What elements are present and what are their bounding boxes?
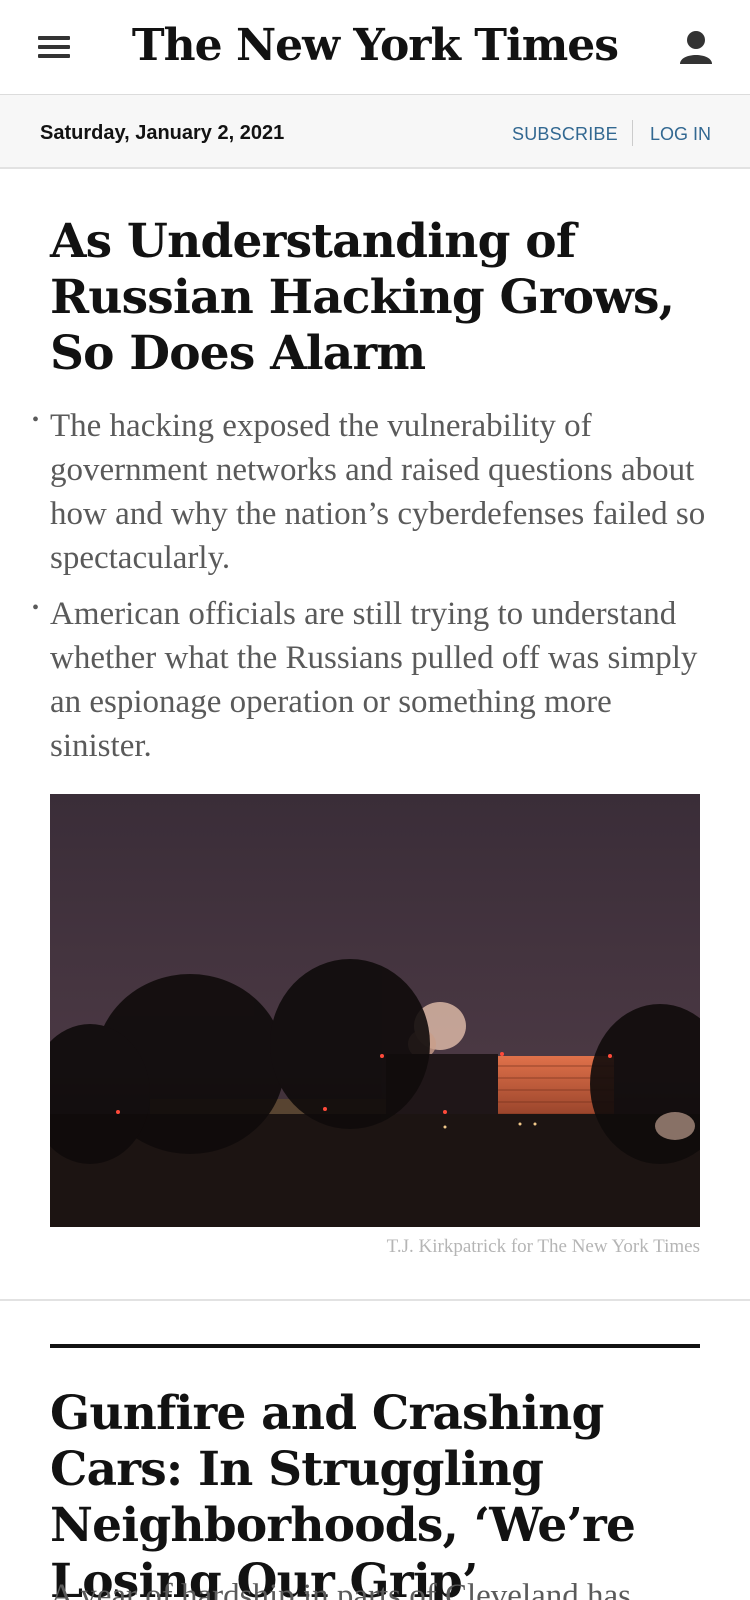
current-date: Saturday, January 2, 2021 [40, 122, 285, 144]
subscribe-link[interactable]: SUBSCRIBE [512, 124, 618, 145]
photo-credit: T.J. Kirkpatrick for The New York Times [386, 1236, 700, 1257]
section-divider [0, 1299, 750, 1301]
masthead: The New York Times [0, 0, 750, 95]
user-icon[interactable] [678, 28, 714, 68]
login-link[interactable]: LOG IN [650, 124, 711, 145]
date-bar: Saturday, January 2, 2021 SUBSCRIBE LOG … [0, 95, 750, 169]
divider [632, 120, 633, 146]
second-summary: A year of hardship in parts of Cleveland… [50, 1578, 632, 1600]
lead-summary-list: The hacking exposed the vulnerability of… [32, 398, 710, 780]
summary-bullet: American officials are still trying to u… [32, 586, 710, 768]
second-headline[interactable]: Gunfire and Crashing Cars: In Struggling… [50, 1386, 710, 1600]
lead-headline[interactable]: As Understanding of Russian Hacking Grow… [50, 214, 710, 382]
lead-photo[interactable] [50, 794, 700, 1227]
nyt-logo[interactable]: The New York Times [0, 20, 750, 71]
summary-bullet: The hacking exposed the vulnerability of… [32, 398, 710, 580]
story-rule [50, 1344, 700, 1348]
